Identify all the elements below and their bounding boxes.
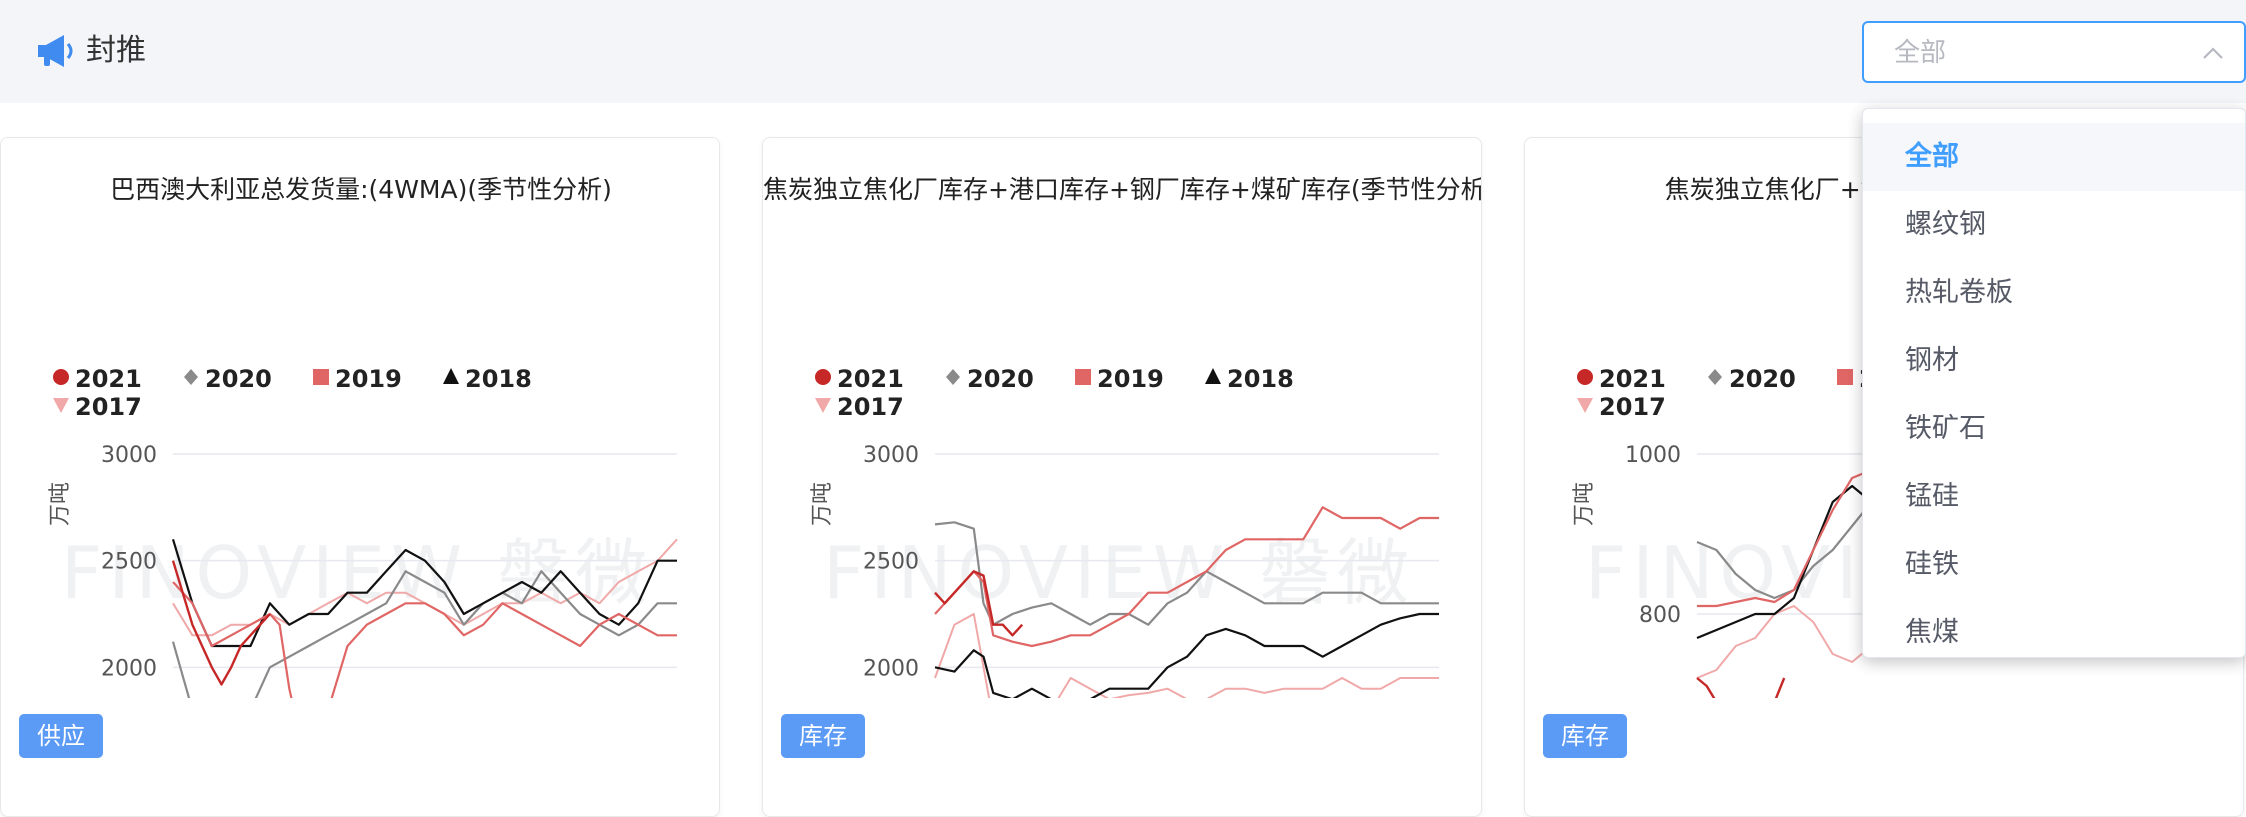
category-select[interactable]: 全部 bbox=[1862, 21, 2246, 83]
y-tick-label: 2500 bbox=[863, 550, 919, 575]
legend-marker bbox=[946, 369, 960, 385]
legend-label: 2017 bbox=[1599, 393, 1666, 421]
legend-label: 2020 bbox=[205, 365, 272, 393]
category-dropdown: 全部 螺纹钢 热轧卷板 钢材 铁矿石 锰硅 硅铁 焦煤 bbox=[1862, 108, 2246, 658]
legend-label: 2017 bbox=[75, 393, 142, 421]
chevron-up-icon[interactable] bbox=[2202, 43, 2224, 63]
legend-marker bbox=[1577, 369, 1593, 385]
legend-label: 2021 bbox=[1599, 365, 1666, 393]
category-option[interactable]: 铁矿石 bbox=[1863, 395, 2245, 463]
legend-label: 2018 bbox=[465, 365, 532, 393]
category-select-placeholder: 全部 bbox=[1894, 38, 1947, 68]
legend-marker bbox=[1837, 369, 1853, 385]
category-option[interactable]: 螺纹钢 bbox=[1863, 191, 2245, 259]
y-tick-label: 2000 bbox=[101, 656, 157, 681]
legend-marker bbox=[815, 398, 831, 413]
megaphone-icon bbox=[38, 35, 73, 67]
category-tag[interactable]: 库存 bbox=[781, 714, 865, 758]
series-line-2021 bbox=[1696, 677, 1786, 698]
y-tick-label: 800 bbox=[1639, 603, 1681, 628]
category-tag[interactable]: 库存 bbox=[1543, 714, 1627, 758]
y-tick-label: 2000 bbox=[863, 656, 919, 681]
legend-marker bbox=[815, 369, 831, 385]
legend-label: 2020 bbox=[967, 365, 1034, 393]
chart-card-shipments: 巴西澳大利亚总发货量:(4WMA)(季节性分析) FINOVIEW 磐微 2021… bbox=[0, 137, 720, 817]
category-tag[interactable]: 供应 bbox=[19, 714, 103, 758]
legend-marker bbox=[184, 369, 198, 385]
legend-label: 2017 bbox=[837, 393, 904, 421]
legend-label: 2019 bbox=[1097, 365, 1164, 393]
legend-marker bbox=[313, 369, 329, 385]
y-axis-label: 万吨 bbox=[810, 482, 835, 526]
legend-label: 2021 bbox=[837, 365, 904, 393]
y-tick-label: 3000 bbox=[863, 443, 919, 468]
category-option[interactable]: 钢材 bbox=[1863, 327, 2245, 395]
legend-label: 2020 bbox=[1729, 365, 1796, 393]
chart-card-coke-total-inventory: 焦炭独立焦化厂库存+港口库存+钢厂库存+煤矿库存(季节性分析) FINOVIEW… bbox=[762, 137, 1482, 817]
line-chart: FINOVIEW 磐微20212020201920182017150020002… bbox=[810, 365, 1439, 698]
category-options: 全部 螺纹钢 热轧卷板 钢材 铁矿石 锰硅 硅铁 焦煤 bbox=[1863, 109, 2245, 657]
legend-marker bbox=[1205, 368, 1221, 384]
category-option[interactable]: 焦煤 bbox=[1863, 599, 2245, 657]
legend-marker bbox=[53, 369, 69, 385]
category-option[interactable]: 全部 bbox=[1863, 123, 2245, 191]
y-tick-label: 2500 bbox=[101, 550, 157, 575]
legend-label: 2021 bbox=[75, 365, 142, 393]
category-option[interactable]: 热轧卷板 bbox=[1863, 259, 2245, 327]
legend-label: 2018 bbox=[1227, 365, 1294, 393]
legend-marker bbox=[1577, 398, 1593, 413]
legend-marker bbox=[53, 398, 69, 413]
series-line-2018 bbox=[934, 612, 1439, 698]
y-tick-label: 3000 bbox=[101, 443, 157, 468]
legend-marker bbox=[1708, 369, 1722, 385]
page-title: 封推 bbox=[86, 33, 146, 68]
legend-marker bbox=[443, 368, 459, 384]
y-axis-label: 万吨 bbox=[48, 482, 73, 526]
category-option[interactable]: 锰硅 bbox=[1863, 463, 2245, 531]
legend-label: 2019 bbox=[335, 365, 402, 393]
line-chart: FINOVIEW 磐微20212020201920182017150020002… bbox=[48, 365, 678, 698]
legend-marker bbox=[1075, 369, 1091, 385]
y-tick-label: 1000 bbox=[1625, 443, 1681, 468]
category-option[interactable]: 硅铁 bbox=[1863, 531, 2245, 599]
y-axis-label: 万吨 bbox=[1572, 482, 1597, 526]
